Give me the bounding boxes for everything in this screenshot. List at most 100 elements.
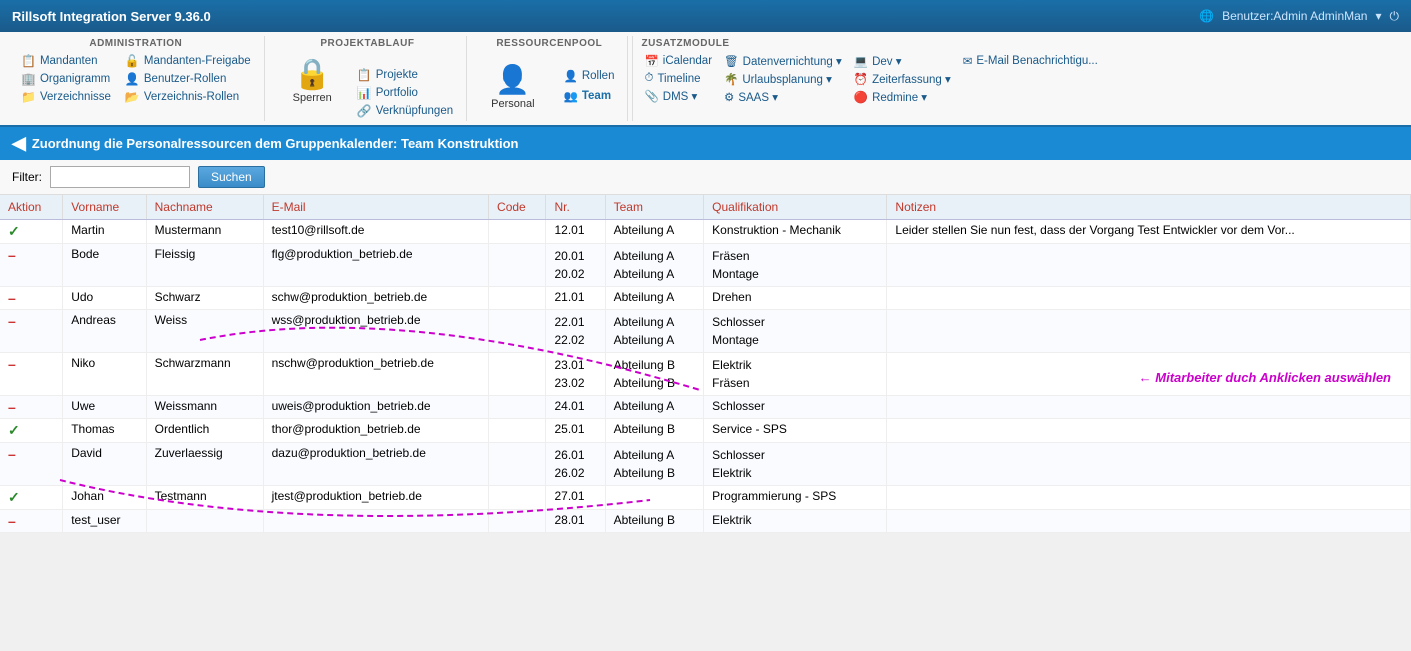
search-button[interactable]: Suchen [198,166,265,188]
table-row[interactable]: –AndreasWeisswss@produktion_betrieb.de22… [0,310,1411,353]
minus-icon: – [8,446,16,462]
portfolio-label: Portfolio [376,87,418,99]
table-row[interactable]: –NikoSchwarzmannnschw@produktion_betrieb… [0,353,1411,396]
rollen-icon: 👤 [564,69,578,83]
benutzer-rollen-item[interactable]: 👤 Benutzer-Rollen [122,71,254,87]
projekte-item[interactable]: 📋 Projekte [354,67,456,83]
email-icon: ✉ [963,54,973,68]
cell-aktion[interactable]: ✓ [0,486,63,510]
verknuepfungen-icon: 🔗 [357,104,372,118]
verzeichnisse-item[interactable]: 📁 Verzeichnisse [18,89,114,105]
cell-aktion[interactable]: – [0,443,63,486]
cell-aktion[interactable]: – [0,310,63,353]
timeline-label: Timeline [657,73,700,85]
table-row[interactable]: ✓JohanTestmannjtest@produktion_betrieb.d… [0,486,1411,510]
cell-code [489,287,546,310]
cell-aktion[interactable]: ✓ [0,220,63,244]
verknuepfungen-item[interactable]: 🔗 Verknüpfungen [354,103,456,119]
personal-item[interactable]: 👤 Personal [481,59,544,114]
cell-code [489,244,546,287]
cell-email: nschw@produktion_betrieb.de [263,353,488,396]
cell-notizen [887,244,1411,287]
user-info: Benutzer:Admin AdminMan [1222,9,1367,23]
dms-item[interactable]: 📎 DMS ▾ [641,88,715,104]
col-qualifikation: Qualifikation [704,195,887,220]
icalendar-item[interactable]: 📅 iCalendar [641,53,715,69]
cell-code [489,486,546,510]
dropdown-arrow[interactable]: ▾ [1375,9,1381,23]
minus-icon: – [8,399,16,415]
saas-item[interactable]: ⚙ SAAS ▾ [721,89,845,105]
minus-icon: – [8,513,16,529]
cell-qualifikation: ElektrikFräsen [704,353,887,396]
cell-email: dazu@produktion_betrieb.de [263,443,488,486]
organigramm-item[interactable]: 🏢 Organigramm [18,71,114,87]
cell-qualifikation: Service - SPS [704,419,887,443]
rollen-label: Rollen [582,70,615,82]
benutzer-rollen-icon: 👤 [125,72,140,86]
cell-nachname: Mustermann [146,220,263,244]
portfolio-item[interactable]: 📊 Portfolio [354,85,456,101]
cell-qualifikation: Drehen [704,287,887,310]
cell-team: Abteilung AAbteilung A [605,244,704,287]
urlaubsplanung-item[interactable]: 🌴 Urlaubsplanung ▾ [721,71,845,87]
minus-icon: – [8,356,16,372]
table-row[interactable]: –BodeFleissigflg@produktion_betrieb.de20… [0,244,1411,287]
dev-item[interactable]: 💻 Dev ▾ [851,53,954,69]
table-row[interactable]: ✓ThomasOrdentlichthor@produktion_betrieb… [0,419,1411,443]
icalendar-icon: 📅 [644,54,658,68]
filter-input[interactable] [50,166,190,188]
cell-aktion[interactable]: ✓ [0,419,63,443]
cell-aktion[interactable]: – [0,510,63,533]
table-row[interactable]: ✓MartinMustermanntest10@rillsoft.de12.01… [0,220,1411,244]
mandanten-item[interactable]: 📋 Mandanten [18,53,114,69]
datenvernichtung-item[interactable]: 🗑 Datenvernichtung ▾ [721,53,845,69]
cell-qualifikation: Elektrik [704,510,887,533]
table-row[interactable]: –UweWeissmannuweis@produktion_betrieb.de… [0,396,1411,419]
table-wrapper: Aktion Vorname Nachname E-Mail Code Nr. … [0,195,1411,533]
zeiterfassung-item[interactable]: ⏰ Zeiterfassung ▾ [851,71,954,87]
cell-email: schw@produktion_betrieb.de [263,287,488,310]
ribbon-section-zusatzmodule: ZUSATZMODULE 📅 iCalendar ⏱ Timeline 📎 DM… [632,36,1403,121]
redmine-item[interactable]: 🔴 Redmine ▾ [851,89,954,105]
power-icon[interactable]: ⏻ [1390,9,1400,24]
cell-vorname: David [63,443,146,486]
cell-code [489,220,546,244]
rollen-item[interactable]: 👤 Rollen [561,68,618,84]
cell-vorname: Thomas [63,419,146,443]
cell-notizen [887,419,1411,443]
cell-aktion[interactable]: – [0,287,63,310]
personal-label: Personal [491,98,534,110]
cell-aktion[interactable]: – [0,353,63,396]
back-button[interactable]: ◀ [12,133,26,154]
team-item[interactable]: 👥 Team [561,88,618,104]
cell-team: Abteilung A [605,287,704,310]
cell-notizen [887,443,1411,486]
cell-notizen [887,287,1411,310]
cell-nachname [146,510,263,533]
email-label: E-Mail Benachrichtigu... [976,55,1097,67]
table-row[interactable]: –UdoSchwarzschw@produktion_betrieb.de21.… [0,287,1411,310]
cell-nr: 25.01 [546,419,605,443]
saas-icon: ⚙ [724,90,734,104]
verzeichnis-rollen-icon: 📂 [125,90,140,104]
table-row[interactable]: –DavidZuverlaessigdazu@produktion_betrie… [0,443,1411,486]
verzeichnis-rollen-item[interactable]: 📂 Verzeichnis-Rollen [122,89,254,105]
cell-vorname: Udo [63,287,146,310]
cell-nr: 28.01 [546,510,605,533]
ribbon-section-administration: ADMINISTRATION 📋 Mandanten 🏢 Organigramm… [8,36,265,121]
cell-nachname: Weiss [146,310,263,353]
team-icon: 👥 [564,89,578,103]
timeline-item[interactable]: ⏱ Timeline [641,71,715,86]
cell-nr: 23.0123.02 [546,353,605,396]
table-row[interactable]: –test_user28.01Abteilung BElektrik [0,510,1411,533]
email-item[interactable]: ✉ E-Mail Benachrichtigu... [960,53,1101,69]
page-header: ◀ Zuordnung die Personalressourcen dem G… [0,127,1411,160]
cell-aktion[interactable]: – [0,396,63,419]
cell-qualifikation: Programmierung - SPS [704,486,887,510]
dev-icon: 💻 [854,54,868,68]
cell-aktion[interactable]: – [0,244,63,287]
mandanten-freigabe-item[interactable]: 🔓 Mandanten-Freigabe [122,53,254,69]
dev-label: Dev ▾ [872,54,901,68]
urlaubsplanung-icon: 🌴 [724,72,738,86]
